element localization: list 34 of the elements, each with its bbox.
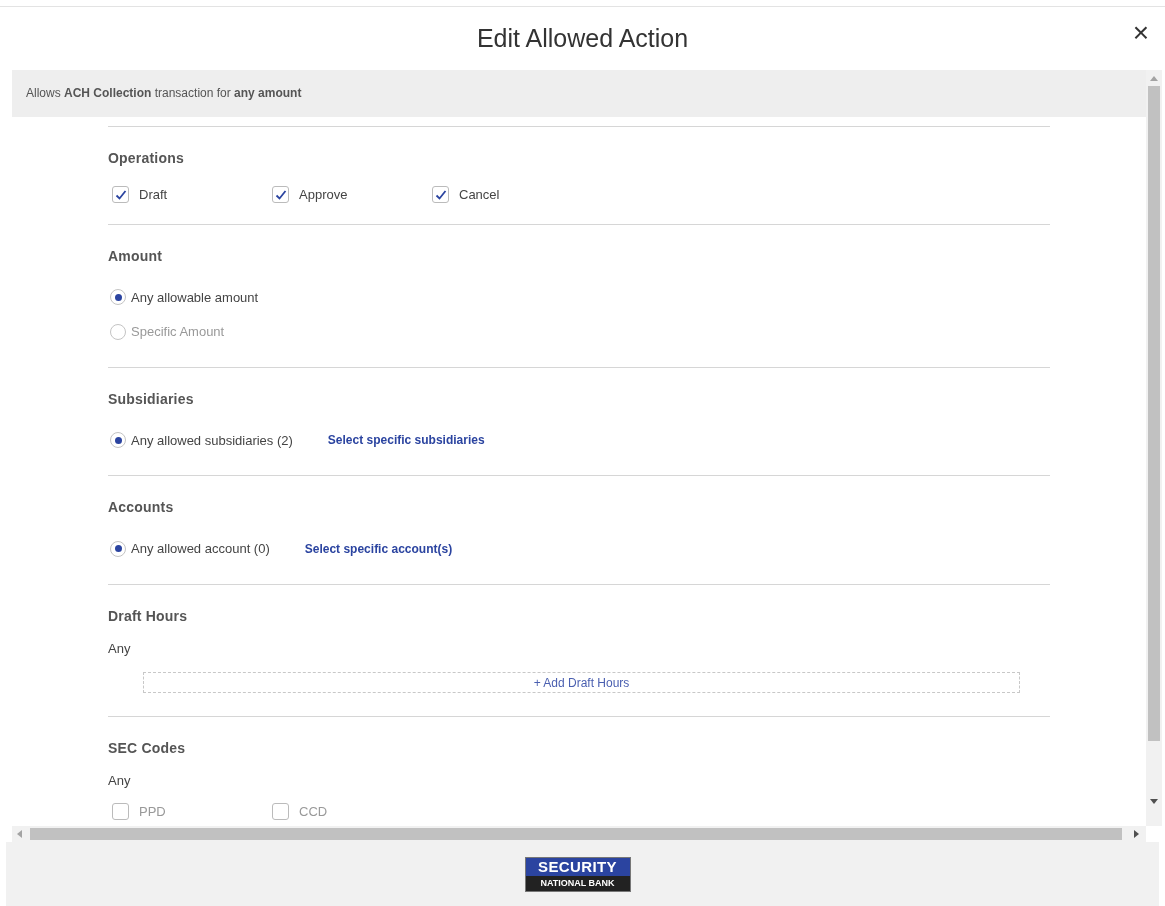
vertical-scrollbar[interactable]	[1146, 70, 1162, 826]
section-title: SEC Codes	[108, 739, 187, 758]
radio-label: Any allowed account (0)	[131, 540, 270, 558]
radio-label: Specific Amount	[131, 323, 225, 341]
section-title: Draft Hours	[108, 606, 189, 626]
section-title: Amount	[108, 246, 164, 266]
checkbox-label: Cancel	[459, 186, 500, 204]
close-button[interactable]: ×	[1132, 19, 1149, 47]
radio-button[interactable]	[110, 289, 126, 306]
value-text: Any	[108, 639, 132, 658]
radio-label: Any allowable amount	[131, 288, 259, 307]
bank-logo: SECURITY NATIONAL BANK	[524, 856, 631, 892]
dialog-title: Edit Allowed Action	[476, 22, 689, 54]
radio-button[interactable]	[110, 432, 126, 449]
radio-button[interactable]	[110, 540, 126, 557]
value-text: Any	[108, 772, 132, 790]
section-title: Subsidiaries	[108, 389, 195, 409]
section-title: Operations	[108, 149, 185, 168]
checkbox[interactable]	[272, 802, 289, 820]
checkbox-label: CCD	[299, 802, 328, 821]
summary-text: Allows ACH Collection transaction for any amount	[12, 70, 1146, 117]
select-link[interactable]: Select specific account(s)	[304, 539, 453, 558]
select-link[interactable]: Select specific subsidiaries	[327, 431, 485, 450]
checkbox-label: Approve	[299, 186, 348, 204]
checkbox[interactable]	[272, 186, 289, 204]
checkbox[interactable]	[112, 802, 129, 820]
section-title: Accounts	[108, 498, 175, 517]
checkbox-label: PPD	[139, 802, 166, 821]
add-draft-hours-button[interactable]: + Add Draft Hours	[143, 672, 1020, 693]
horizontal-scrollbar[interactable]	[12, 826, 1146, 842]
checkbox[interactable]	[432, 186, 449, 204]
checkbox-label: Draft	[139, 186, 168, 204]
radio-label: Any allowed subsidiaries (2)	[131, 431, 293, 450]
checkbox[interactable]	[112, 186, 129, 204]
